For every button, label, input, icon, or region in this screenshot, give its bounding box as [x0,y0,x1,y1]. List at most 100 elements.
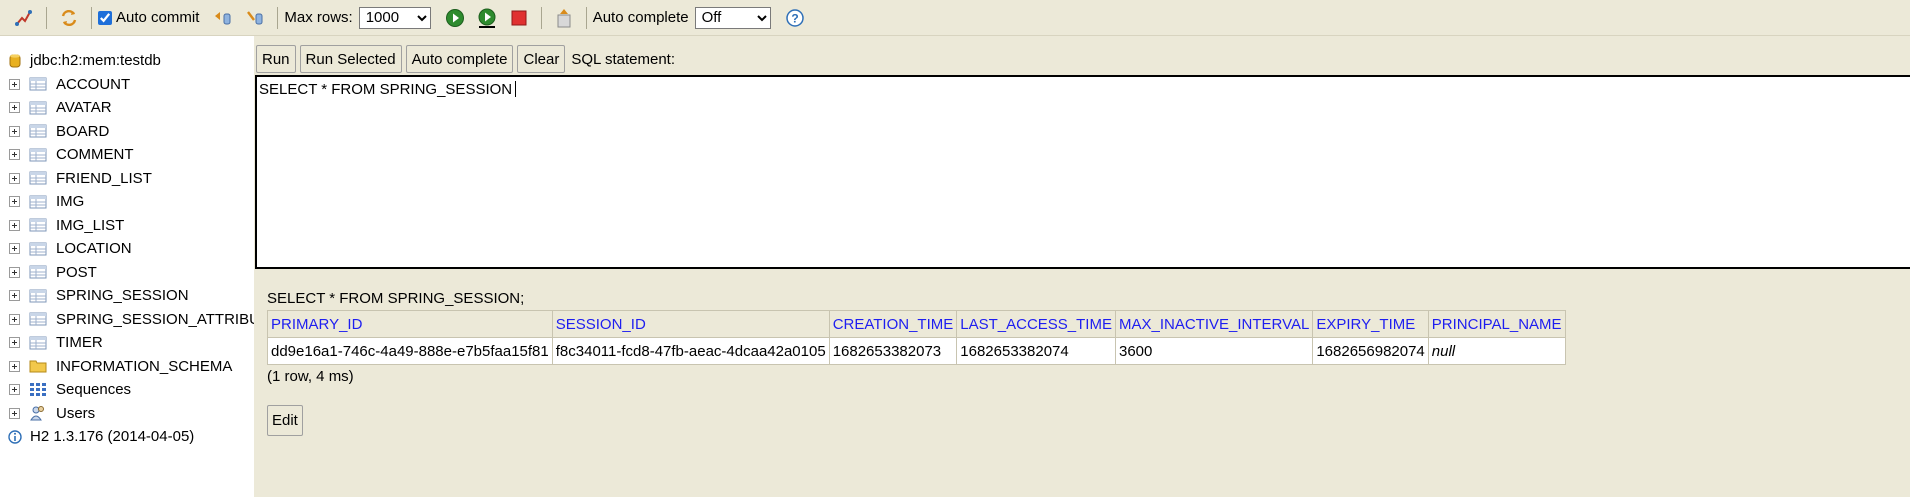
column-header[interactable]: LAST_ACCESS_TIME [956,310,1116,338]
tree-item-label: Users [56,404,96,422]
cancel-icon[interactable] [507,6,531,30]
refresh-icon[interactable] [57,6,81,30]
tree-item-table[interactable]: SPRING_SESSION_ATTRIBUTES [0,308,254,332]
tree-item-label: POST [56,263,97,281]
tree-item-table[interactable]: FRIEND_LIST [0,167,254,191]
auto-complete-select[interactable]: Off [694,6,771,29]
expand-icon[interactable] [9,407,20,419]
table-icon [28,335,48,351]
database-icon [8,53,22,69]
expand-icon[interactable] [9,266,20,278]
auto-commit-checkbox-wrapper[interactable]: Auto commit [98,9,199,26]
tree-item-table[interactable]: AVATAR [0,96,254,120]
run-icon[interactable] [443,6,467,30]
row-count: (1 row, 4 ms) [267,368,354,385]
text-cursor [515,81,517,97]
tree-item-label: INFORMATION_SCHEMA [56,357,233,375]
expand-icon[interactable] [9,78,20,90]
connection-label: jdbc:h2:mem:testdb [30,52,161,70]
users-icon [28,405,48,421]
help-icon[interactable]: ? [783,6,807,30]
expand-icon[interactable] [9,243,20,255]
clear-button[interactable]: Clear [517,45,566,73]
table-icon [28,123,48,139]
tree-item-table[interactable]: BOARD [0,120,254,144]
tree-item-sequences[interactable]: Sequences [0,378,254,402]
table-cell: dd9e16a1-746c-4a49-888e-e7b5faa15f81 [267,337,553,365]
table-icon [28,311,48,327]
toolbar: Auto commit Max rows: 1000 Auto complete… [0,0,1910,36]
expand-icon[interactable] [9,149,20,161]
tree-item-table[interactable]: IMG [0,190,254,214]
tree-item-label: IMG_LIST [56,216,125,234]
tree-item-label: AVATAR [56,99,112,117]
table-cell: 1682653382073 [828,337,958,365]
expand-icon[interactable] [9,337,20,349]
expand-icon[interactable] [9,172,20,184]
run-selected-button[interactable]: Run Selected [299,45,402,73]
toolbar-separator [277,6,279,29]
run-button[interactable]: Run [256,45,296,73]
results-panel: SELECT * FROM SPRING_SESSION; PRIMARY_ID… [267,290,1566,385]
expand-icon[interactable] [9,196,20,208]
toolbar-separator [540,6,542,29]
expand-icon[interactable] [9,125,20,137]
table-icon [28,194,48,210]
tree-connection[interactable]: jdbc:h2:mem:testdb [0,49,254,73]
column-header[interactable]: PRINCIPAL_NAME [1427,310,1566,338]
auto-commit-label: Auto commit [116,9,200,26]
info-icon [8,429,22,445]
tree-item-table[interactable]: COMMENT [0,143,254,167]
run-selected-icon[interactable] [475,6,499,30]
results-table: PRIMARY_ID SESSION_ID CREATION_TIME LAST_AC… [267,310,1566,365]
table-icon [28,147,48,163]
column-header[interactable]: EXPIRY_TIME [1312,310,1429,338]
tree-item-table[interactable]: SPRING_SESSION [0,284,254,308]
expand-icon[interactable] [9,102,20,114]
table-icon [28,241,48,257]
column-header[interactable]: PRIMARY_ID [267,310,553,338]
table-cell: null [1427,337,1566,365]
toolbar-separator [585,6,587,29]
edit-button[interactable]: Edit [267,405,303,436]
history-icon[interactable] [552,6,576,30]
auto-complete-button[interactable]: Auto complete [405,45,514,73]
expand-icon[interactable] [9,219,20,231]
tree-item-table[interactable]: LOCATION [0,237,254,261]
tree-item-information-schema[interactable]: INFORMATION_SCHEMA [0,355,254,379]
column-header[interactable]: MAX_INACTIVE_INTERVAL [1114,310,1314,338]
sql-statement-label: SQL statement: [571,50,676,68]
commit-icon[interactable] [243,6,267,30]
tree-item-label: SPRING_SESSION [56,287,189,305]
expand-icon[interactable] [9,313,20,325]
schema-tree: jdbc:h2:mem:testdb ACCOUNT AVATAR BOARD COM… [0,36,254,497]
toolbar-separator [91,6,92,29]
sql-editor[interactable]: SELECT * FROM SPRING_SESSION [255,75,1910,269]
max-rows-select[interactable]: 1000 [358,6,431,29]
rollback-icon[interactable] [211,6,235,30]
max-rows-label: Max rows: [284,9,353,26]
table-cell: 1682653382074 [956,337,1116,365]
table-row: dd9e16a1-746c-4a49-888e-e7b5faa15f81 f8c3… [267,337,1566,365]
column-header[interactable]: SESSION_ID [551,310,830,338]
editor-button-bar: Run Run Selected Auto complete Clear SQL… [256,45,675,73]
expand-icon[interactable] [9,290,20,302]
tree-item-table[interactable]: POST [0,261,254,285]
tree-item-label: FRIEND_LIST [56,169,152,187]
tree-item-label: Sequences [56,381,132,399]
results-header-row: PRIMARY_ID SESSION_ID CREATION_TIME LAST_AC… [267,310,1566,338]
tree-item-table[interactable]: ACCOUNT [0,73,254,97]
tree-item-label: COMMENT [56,146,134,164]
sequences-icon [28,382,48,398]
disconnect-icon[interactable] [12,6,36,30]
table-icon [28,288,48,304]
tree-item-table[interactable]: IMG_LIST [0,214,254,238]
column-header[interactable]: CREATION_TIME [828,310,958,338]
tree-item-label: SPRING_SESSION_ATTRIBUTES [56,310,254,328]
expand-icon[interactable] [9,384,20,396]
expand-icon[interactable] [9,360,20,372]
table-icon [28,217,48,233]
tree-item-users[interactable]: Users [0,402,254,426]
tree-item-table[interactable]: TIMER [0,331,254,355]
auto-commit-checkbox[interactable] [98,10,112,25]
